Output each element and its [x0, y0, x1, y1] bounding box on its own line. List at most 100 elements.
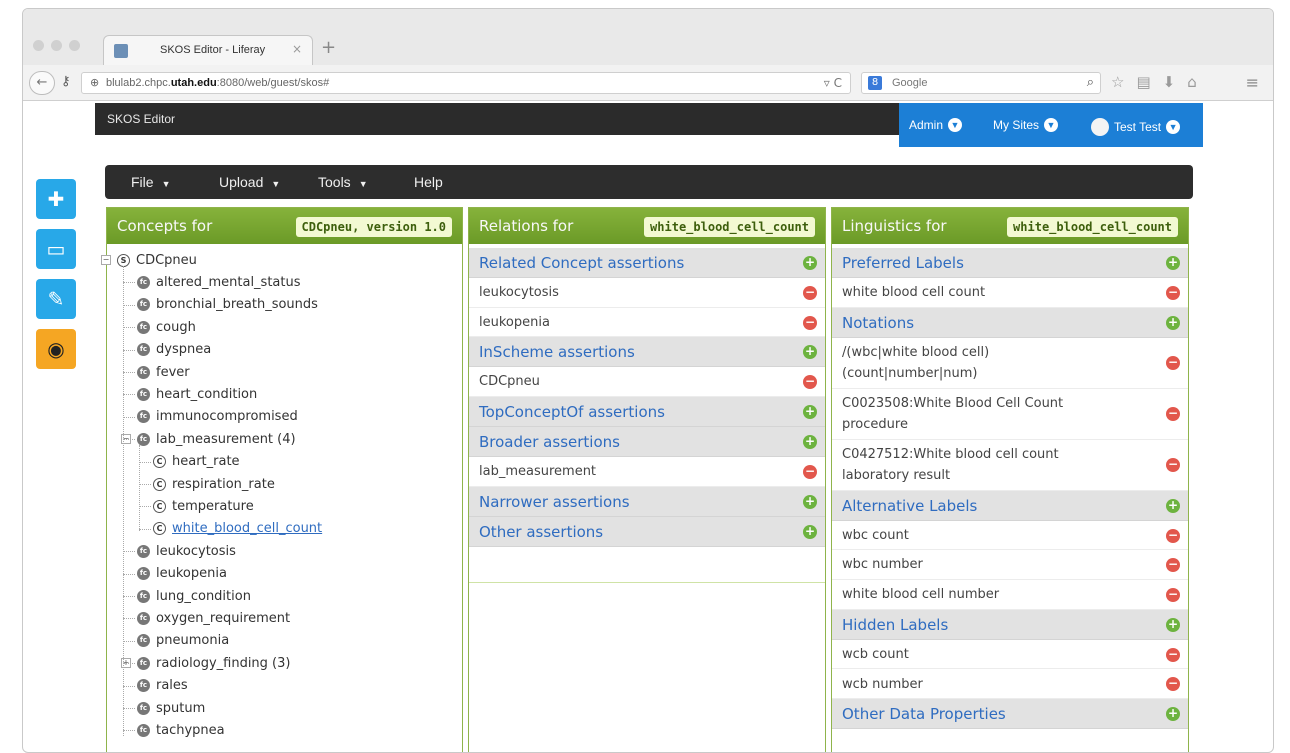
remove-minus-icon[interactable]: − — [803, 464, 817, 479]
tree-node-label[interactable]: cough — [156, 320, 196, 335]
tree-node-label[interactable]: oxygen_requirement — [156, 611, 290, 626]
tree-node-label[interactable]: immunocompromised — [156, 409, 298, 424]
tree-node[interactable]: fc dyspnea — [137, 340, 211, 360]
edit-icon-button[interactable]: ✎ — [36, 279, 76, 319]
tree-node[interactable]: fc rales — [137, 676, 188, 696]
admin-menu[interactable]: Admin ▼ — [909, 118, 963, 132]
home-icon[interactable]: ⌂ — [1187, 73, 1197, 91]
search-icon[interactable]: ⌕ — [1087, 75, 1094, 90]
my-sites-menu[interactable]: My Sites ▼ — [993, 118, 1059, 132]
section-title[interactable]: Alternative Labels — [842, 497, 977, 515]
hide-eye-icon-button[interactable]: ◉ — [36, 329, 76, 369]
tree-node-label[interactable]: heart_condition — [156, 387, 257, 402]
tree-node-label[interactable]: rales — [156, 678, 188, 693]
tree-node[interactable]: fc immunocompromised — [137, 407, 298, 427]
remove-minus-icon[interactable]: − — [1166, 528, 1180, 543]
tools-menu[interactable]: Tools ▼ — [318, 174, 368, 190]
remove-minus-icon[interactable]: − — [1166, 587, 1180, 602]
tree-node-label[interactable]: lung_condition — [156, 589, 251, 604]
close-window-icon[interactable] — [33, 40, 44, 51]
download-icon[interactable]: ⬇ — [1163, 73, 1176, 91]
remove-minus-icon[interactable]: − — [803, 285, 817, 300]
remove-minus-icon[interactable]: − — [1166, 285, 1180, 300]
add-plus-icon[interactable]: + — [1166, 256, 1180, 270]
add-icon-button[interactable]: ✚ — [36, 179, 76, 219]
tree-node[interactable]: fc pneumonia — [137, 631, 229, 651]
tree-node[interactable]: + fc radiology_finding (3) — [121, 653, 290, 673]
remove-minus-icon[interactable]: − — [1166, 356, 1180, 371]
remove-minus-icon[interactable]: − — [1166, 647, 1180, 662]
add-plus-icon[interactable]: + — [1166, 707, 1180, 722]
section-title[interactable]: Notations — [842, 314, 914, 332]
tab-close-icon[interactable]: × — [292, 42, 302, 56]
tree-node-label[interactable]: leukopenia — [156, 566, 227, 581]
tree-node[interactable]: fc bronchial_breath_sounds — [137, 295, 318, 315]
tree-node[interactable]: fc altered_mental_status — [137, 272, 301, 292]
back-arrow-icon[interactable]: ← — [29, 71, 55, 95]
tree-node[interactable]: fc lung_condition — [137, 586, 251, 606]
add-plus-icon[interactable]: + — [1166, 498, 1180, 513]
section-title[interactable]: Preferred Labels — [842, 254, 964, 272]
section-title[interactable]: Broader assertions — [479, 433, 620, 451]
bookmarks-list-icon[interactable]: ▤ — [1136, 73, 1150, 91]
tree-node-label[interactable]: dyspnea — [156, 342, 211, 357]
section-title[interactable]: Narrower assertions — [479, 493, 630, 511]
tree-node-label[interactable]: fever — [156, 365, 190, 380]
user-menu[interactable]: Test Test ▼ — [1091, 118, 1181, 136]
add-plus-icon[interactable]: + — [1166, 617, 1180, 632]
key-icon[interactable]: ⚷ — [61, 74, 71, 89]
url-input[interactable]: ⊕ blulab2.chpc.utah.edu:8080/web/guest/s… — [81, 72, 851, 94]
tree-node-label[interactable]: respiration_rate — [172, 477, 275, 492]
remove-minus-icon[interactable]: − — [803, 315, 817, 330]
tree-node[interactable]: fc leukopenia — [137, 564, 227, 584]
remove-minus-icon[interactable]: − — [803, 375, 817, 390]
section-title[interactable]: TopConceptOf assertions — [479, 403, 665, 421]
preview-monitor-icon-button[interactable]: ▭ — [36, 229, 76, 269]
help-menu[interactable]: Help — [414, 174, 443, 190]
tree-node[interactable]: fc heart_condition — [137, 384, 257, 404]
minimize-window-icon[interactable] — [51, 40, 62, 51]
tree-node[interactable]: fc tachypnea — [137, 720, 225, 740]
tree-node[interactable]: − S CDCpneu — [101, 250, 197, 270]
add-plus-icon[interactable]: + — [1166, 315, 1180, 330]
tree-node-label[interactable]: tachypnea — [156, 723, 225, 738]
reload-icon[interactable]: ▿ C — [824, 76, 842, 90]
tree-node[interactable]: fc oxygen_requirement — [137, 608, 290, 628]
tree-node-label[interactable]: pneumonia — [156, 633, 229, 648]
add-plus-icon[interactable]: + — [803, 435, 817, 450]
maximize-window-icon[interactable] — [69, 40, 80, 51]
file-menu[interactable]: File ▼ — [131, 174, 170, 190]
bookmark-star-icon[interactable]: ☆ — [1111, 73, 1124, 91]
search-input[interactable]: 8 Google ⌕ — [861, 72, 1101, 94]
add-plus-icon[interactable]: + — [803, 524, 817, 539]
add-plus-icon[interactable]: + — [803, 256, 817, 270]
browser-tab[interactable]: SKOS Editor - Liferay × — [103, 35, 313, 67]
tree-node-label[interactable]: leukocytosis — [156, 544, 236, 559]
remove-minus-icon[interactable]: − — [1166, 558, 1180, 573]
tree-node[interactable]: fc sputum — [137, 698, 205, 718]
section-title[interactable]: Other assertions — [479, 523, 603, 541]
tree-node-label[interactable]: CDCpneu — [136, 253, 197, 268]
add-plus-icon[interactable]: + — [803, 405, 817, 420]
tree-node-label[interactable]: altered_mental_status — [156, 275, 301, 290]
tree-node[interactable]: fc fever — [137, 362, 190, 382]
collapse-icon[interactable]: − — [101, 255, 111, 265]
section-title[interactable]: Related Concept assertions — [479, 254, 684, 272]
new-tab-icon[interactable]: + — [321, 37, 336, 58]
remove-minus-icon[interactable]: − — [1166, 458, 1180, 473]
site-title[interactable]: SKOS Editor — [107, 112, 175, 126]
tree-node[interactable]: fc leukocytosis — [137, 541, 236, 561]
tree-node-label[interactable]: bronchial_breath_sounds — [156, 297, 318, 312]
tree-node-label[interactable]: temperature — [172, 499, 254, 514]
tree-node-label[interactable]: lab_measurement (4) — [156, 432, 296, 447]
section-title[interactable]: InScheme assertions — [479, 343, 635, 361]
tree-node[interactable]: Cwhite_blood_cell_count — [153, 519, 322, 539]
tree-node-label[interactable]: radiology_finding (3) — [156, 656, 290, 671]
browser-menu-icon[interactable]: ≡ — [1246, 73, 1259, 92]
tree-node-label[interactable]: heart_rate — [172, 454, 240, 469]
tree-node-label[interactable]: white_blood_cell_count — [172, 521, 322, 536]
section-title[interactable]: Other Data Properties — [842, 705, 1006, 723]
tree-node-label[interactable]: sputum — [156, 701, 205, 716]
remove-minus-icon[interactable]: − — [1166, 677, 1180, 692]
tree-node[interactable]: − fc lab_measurement (4) — [121, 429, 296, 449]
